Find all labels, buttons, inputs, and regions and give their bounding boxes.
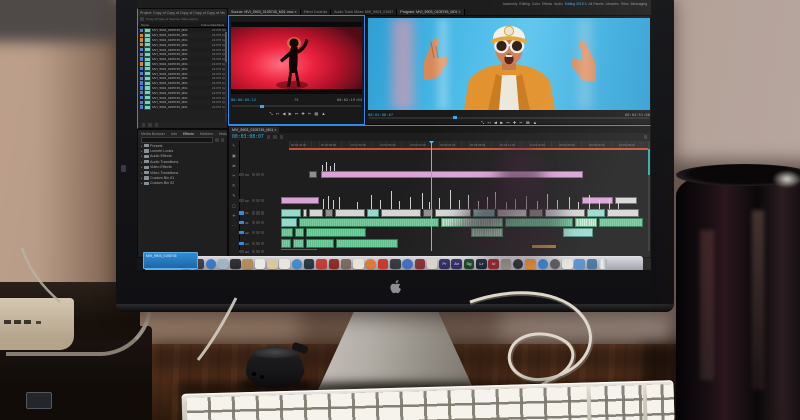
- music-dark-dock-icon[interactable]: [513, 259, 524, 270]
- app-maroon-dock-icon[interactable]: [415, 259, 426, 270]
- timeline-status-chip[interactable]: MVI_5903_0105745: [143, 252, 198, 269]
- folder-blue-dock-icon[interactable]: [574, 259, 585, 270]
- cloud-app-dock-icon[interactable]: [562, 259, 573, 270]
- browser-blue-dock-icon[interactable]: [402, 259, 413, 270]
- after-effects-label: Ae: [454, 262, 459, 266]
- maps-globe-dock-icon[interactable]: [292, 259, 303, 270]
- camera-app-dock-icon[interactable]: [550, 259, 561, 270]
- firefox-dock-icon[interactable]: [365, 259, 376, 270]
- indesign-dock-icon[interactable]: Id: [488, 259, 499, 270]
- trash-icon[interactable]: [599, 259, 607, 270]
- premiere-pro-dock-icon[interactable]: Pr: [439, 259, 450, 270]
- app-light-dock-icon[interactable]: [427, 259, 438, 270]
- dock-icons: Pr Ae Sg Lr Id: [181, 259, 597, 270]
- mail-dock-icon[interactable]: [218, 259, 229, 270]
- preview-dark-dock-icon[interactable]: [230, 259, 241, 270]
- calendar-dock-icon[interactable]: [255, 259, 266, 270]
- after-effects-dock-icon[interactable]: Ae: [451, 259, 462, 270]
- notes-brown-dock-icon[interactable]: [242, 259, 253, 270]
- safari-dock-icon[interactable]: [206, 259, 217, 270]
- app-mug-dock-icon[interactable]: [329, 259, 340, 270]
- lightroom-label: Lr: [479, 262, 483, 266]
- stickies-dock-icon[interactable]: [267, 259, 278, 270]
- app-red-dock-icon[interactable]: [316, 259, 327, 270]
- app-lamp-dock-icon[interactable]: [501, 259, 512, 270]
- cables: [0, 0, 800, 420]
- keyboard-numpad: [646, 383, 674, 420]
- speedgrade-label: Sg: [466, 262, 471, 266]
- keyboard-nav-cluster: [590, 385, 643, 420]
- indesign-label: Id: [492, 262, 496, 266]
- textedit-dock-icon[interactable]: [279, 259, 290, 270]
- app-dark-dock-icon[interactable]: [390, 259, 401, 270]
- app-dark-blue-dock-icon[interactable]: [304, 259, 315, 270]
- app-taupe-dock-icon[interactable]: [341, 259, 352, 270]
- lightroom-dock-icon[interactable]: Lr: [476, 259, 487, 270]
- app-pepper-dock-icon[interactable]: [378, 259, 389, 270]
- photos-dock-icon[interactable]: [353, 259, 364, 270]
- displays-pref-dock-icon[interactable]: [587, 259, 598, 270]
- speedgrade-dock-icon[interactable]: Sg: [464, 259, 475, 270]
- vlc-dock-icon[interactable]: [525, 259, 536, 270]
- browser-2-dock-icon[interactable]: [538, 259, 549, 270]
- photo-desk-scene: AssemblyEditingColorEffectsAudioEditing …: [0, 0, 800, 420]
- premiere-pro-label: Pr: [442, 262, 446, 266]
- dock: Pr Ae Sg Lr Id: [145, 256, 643, 270]
